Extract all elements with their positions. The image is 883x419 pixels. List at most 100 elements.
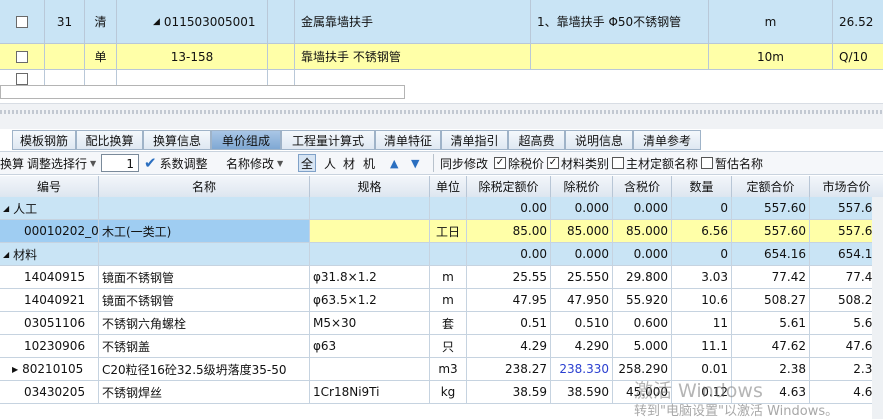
cell-excl-price: 85.000 [551,220,613,242]
cell-spec [310,220,430,242]
row-checkbox[interactable] [16,73,28,85]
unit-cell: 10m [709,44,833,69]
cell-unit: m [430,266,467,288]
cell-name: 镜面不锈钢管 [99,266,310,288]
sync-modify-button[interactable]: 同步修改 [440,152,488,174]
tab-unit-price-composition[interactable]: 单价组成 [211,130,281,150]
name-modify-dropdown[interactable]: 名称修改 ▼ [226,152,283,174]
tab-description[interactable]: 说明信息 [565,130,633,150]
table-row[interactable]: 00010202_02 木工(一类工) 工日 85.00 85.000 85.000 6.5… [0,220,883,243]
cell-code: 14040915 [0,266,99,288]
adjust-value-input[interactable]: 1 [101,154,139,172]
tab-conversion-info[interactable]: 换算信息 [143,130,211,150]
main-material-name-checkbox[interactable]: 主材定额名称 [612,152,698,174]
cell-excl-price: 47.950 [551,289,613,311]
cell-base-price: 25.55 [467,266,551,288]
splitter[interactable] [0,103,883,129]
toolbar-divider [433,154,434,172]
row-checkbox[interactable] [16,15,28,28]
row-checkbox-cell[interactable] [0,0,45,43]
cell-spec [310,197,430,219]
tab-quantity-formula[interactable]: 工程量计算式 [281,130,375,150]
tab-template-rebar[interactable]: 模板钢筋 [12,130,76,150]
cell-spec: φ63.5×1.2 [310,289,430,311]
cell-excl-price: 0.000 [551,243,613,265]
material-category-checkbox[interactable]: ✓ 材料类别 [547,152,609,174]
col-header-spec[interactable]: 规格 [310,176,430,197]
main-material-name-label: 主材定额名称 [626,156,699,171]
coef-adjust-label: 系数调整 [159,156,208,171]
col-header-base-price[interactable]: 除税定额价 [467,176,551,197]
cell-spec: M5×30 [310,312,430,334]
table-row[interactable]: 10230906 不锈钢盖 φ63 只 4.29 4.290 5.000 11.1 47.62 4… [0,335,883,358]
name-cell: 金属靠墙扶手 [295,0,531,43]
cell-code-text: 00010202_02 [24,224,99,238]
cell-code: 14040921 [0,289,99,311]
table-row[interactable]: 03051106 不锈钢六角螺栓 M5×30 套 0.51 0.510 0.600 11 5.6… [0,312,883,335]
row-checkbox-cell[interactable] [0,44,45,69]
move-up-button[interactable]: ▲ [390,152,398,174]
cell-spec: φ31.8×1.2 [310,266,430,288]
cell-name: 不锈钢盖 [99,335,310,357]
filter-all-button[interactable]: 全 [298,154,316,172]
col-header-quota-total[interactable]: 定额合价 [732,176,810,197]
checkbox-checked-icon: ✓ [547,157,559,169]
cell-code: ◢ 人工 [0,197,99,219]
col-header-code[interactable]: 编号 [0,176,99,197]
splitter-grip [0,110,883,114]
tab-list-reference[interactable]: 清单参考 [633,130,701,150]
col-header-name[interactable]: 名称 [99,176,310,197]
table-row[interactable]: 31 清 ◢ 011503005001 金属靠墙扶手 1、靠墙扶手 Φ50不锈钢… [0,0,883,44]
spacer-cell [268,44,295,69]
table-row[interactable]: 14040921 镜面不锈钢管 φ63.5×1.2 m 47.95 47.950 55.92… [0,289,883,312]
right-scrollbar[interactable] [872,197,883,419]
cell-incl-price: 5.000 [613,335,672,357]
filter-material-button[interactable]: 材 [343,152,355,174]
cell-quota-total: 77.42 [732,266,810,288]
coef-adjust-button[interactable]: ✔ 系数调整 [144,152,208,174]
excl-tax-checkbox[interactable]: ✓ 除税价 [494,152,544,174]
filter-person-button[interactable]: 人 [324,152,336,174]
cell-quota-total: 557.60 [732,220,810,242]
col-header-incl-price[interactable]: 含税价 [613,176,672,197]
cell-code: 00010202_02 [0,220,99,242]
cell-code-text: 人工 [13,201,38,216]
cell-incl-price: 0.000 [613,197,672,219]
move-down-button[interactable]: ▼ [411,152,419,174]
group-row[interactable]: ◢ 材料 0.00 0.000 0.000 0 654.16 654.16 [0,243,883,266]
expand-icon[interactable]: ▶ [12,365,18,374]
type-cell: 单 [85,44,117,69]
col-header-unit[interactable]: 单位 [430,176,467,197]
temp-name-checkbox[interactable]: 暂估名称 [701,152,763,174]
cell-unit: kg [430,381,467,403]
collapse-icon[interactable]: ◢ [3,204,9,213]
tab-list-guide[interactable]: 清单指引 [441,130,508,150]
material-category-label: 材料类别 [561,156,610,171]
collapse-icon[interactable]: ◢ [153,17,160,27]
code-cell: ◢ 011503005001 [117,0,268,43]
checkbox-empty-icon [701,157,713,169]
cell-quota-total: 5.61 [732,312,810,334]
tab-super-height-fee[interactable]: 超高费 [508,130,565,150]
group-row[interactable]: ◢ 人工 0.00 0.000 0.000 0 557.60 557.60 [0,197,883,220]
cell-spec: 1Cr18Ni9Ti [310,381,430,403]
filter-machine-button[interactable]: 机 [363,152,375,174]
convert-button[interactable]: 换算 [0,152,24,174]
col-header-qty[interactable]: 数量 [672,176,732,197]
cell-qty: 11 [672,312,732,334]
tab-mix-conversion[interactable]: 配比换算 [76,130,143,150]
cell-unit: m3 [430,358,467,380]
tab-list-features[interactable]: 清单特征 [375,130,441,150]
cell-name [99,243,310,265]
adjust-select-dropdown[interactable]: 调整选择行 ▼ [27,152,96,174]
collapse-icon[interactable]: ◢ [3,250,9,259]
table-row[interactable]: 14040915 镜面不锈钢管 φ31.8×1.2 m 25.55 25.550 29.80… [0,266,883,289]
row-checkbox[interactable] [16,50,28,63]
cell-incl-price: 55.920 [613,289,672,311]
col-header-market-total[interactable]: 市场合价 [810,176,883,197]
code-text: 011503005001 [163,14,256,29]
table-row[interactable]: 单 13-158 靠墙扶手 不锈钢管 10m Q/10 [0,44,883,70]
col-header-excl-price[interactable]: 除税价 [551,176,613,197]
activation-watermark-title: 激活 Windows [634,380,763,402]
horizontal-scrollbar[interactable] [0,85,405,99]
